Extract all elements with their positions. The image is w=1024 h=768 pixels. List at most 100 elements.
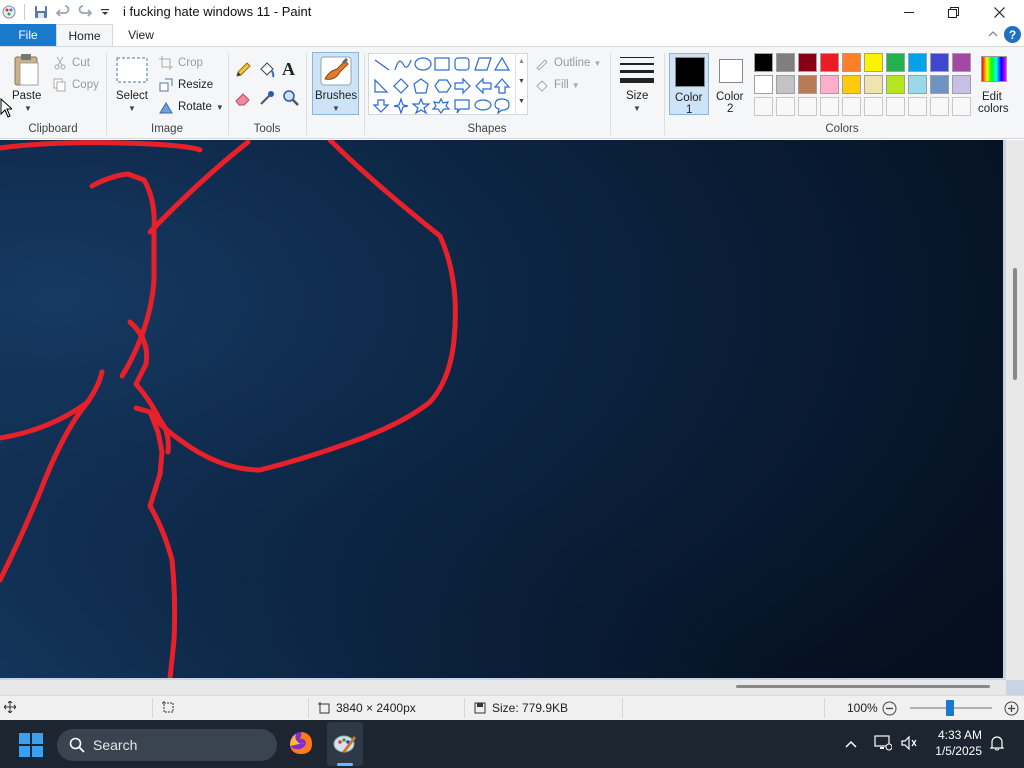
tab-view[interactable]: View <box>113 24 169 46</box>
paste-dropdown-icon: ▼ <box>24 104 32 113</box>
volume-icon[interactable] <box>900 735 918 754</box>
start-button[interactable] <box>19 733 43 760</box>
palette-swatch[interactable] <box>820 53 839 72</box>
palette-swatch[interactable] <box>908 97 927 116</box>
size-button[interactable]: Size ▼ <box>616 53 658 119</box>
rotate-icon <box>158 99 174 115</box>
fill-icon[interactable] <box>258 61 278 81</box>
zoom-slider-thumb[interactable] <box>946 700 954 716</box>
crop-button[interactable]: Crop <box>158 53 203 73</box>
zoom-out-button[interactable] <box>882 701 897 719</box>
text-icon[interactable]: A <box>282 59 302 81</box>
fill-shape-dropdown-icon: ▼ <box>571 80 580 90</box>
horizontal-scroll-thumb[interactable] <box>736 685 990 688</box>
vertical-scrollbar[interactable] <box>1006 140 1024 680</box>
color1-button[interactable]: Color 1 <box>669 53 709 116</box>
copy-button[interactable]: Copy <box>52 75 99 95</box>
palette-swatch[interactable] <box>930 97 949 116</box>
horizontal-scrollbar[interactable] <box>0 680 1006 695</box>
cursor-position-icon <box>4 701 16 713</box>
minimize-ribbon-icon[interactable] <box>988 28 998 42</box>
cut-button[interactable]: Cut <box>52 53 90 73</box>
rotate-button[interactable]: Rotate ▼ <box>158 97 224 117</box>
palette-swatch[interactable] <box>798 53 817 72</box>
palette-swatch[interactable] <box>754 53 773 72</box>
pencil-icon[interactable] <box>234 61 254 81</box>
palette-swatch[interactable] <box>886 97 905 116</box>
paint-taskbar-button[interactable] <box>327 722 363 766</box>
palette-swatch[interactable] <box>908 53 927 72</box>
palette-swatch[interactable] <box>820 97 839 116</box>
magnifier-icon[interactable] <box>282 89 302 109</box>
palette-swatch[interactable] <box>952 53 971 72</box>
color2-button[interactable]: Color 2 <box>711 53 751 115</box>
palette-swatch[interactable] <box>930 53 949 72</box>
color2-label: Color <box>716 91 744 103</box>
palette-swatch[interactable] <box>886 75 905 94</box>
tab-file[interactable]: File <box>0 24 56 46</box>
color-picker-icon[interactable] <box>258 89 278 109</box>
palette-swatch[interactable] <box>798 97 817 116</box>
palette-swatch[interactable] <box>754 97 773 116</box>
palette-swatch[interactable] <box>842 97 861 116</box>
palette-swatch[interactable] <box>820 75 839 94</box>
redo-icon[interactable] <box>76 3 94 21</box>
brushes-button[interactable]: Brushes ▼ <box>312 52 359 115</box>
palette-swatch[interactable] <box>952 75 971 94</box>
maximize-button[interactable] <box>930 0 976 24</box>
triangle-shape-icon <box>493 56 511 71</box>
paste-button[interactable]: Paste ▼ <box>8 53 46 119</box>
help-icon[interactable]: ? <box>1004 26 1021 43</box>
tab-home[interactable]: Home <box>56 24 113 46</box>
network-icon[interactable] <box>874 735 893 754</box>
customize-toolbar-icon[interactable] <box>96 3 114 21</box>
paste-icon <box>14 54 39 86</box>
paint-app-icon[interactable] <box>0 3 18 21</box>
clock[interactable]: 4:33 AM 1/5/2025 <box>926 728 982 758</box>
palette-swatch[interactable] <box>952 97 971 116</box>
drawing-canvas[interactable] <box>0 140 1003 678</box>
palette-swatch[interactable] <box>776 97 795 116</box>
save-icon[interactable] <box>32 3 50 21</box>
firefox-taskbar-button[interactable] <box>288 730 314 759</box>
zoom-in-button[interactable] <box>1004 701 1019 719</box>
shapes-scroll-up-icon[interactable]: ▲ <box>518 58 525 65</box>
palette-swatch[interactable] <box>842 75 861 94</box>
resize-button[interactable]: Resize <box>158 75 213 95</box>
eraser-icon[interactable] <box>234 89 254 109</box>
palette-swatch[interactable] <box>930 75 949 94</box>
edit-colors-button[interactable]: Edit colors <box>976 53 1014 119</box>
select-button[interactable]: Select ▼ <box>112 53 152 119</box>
pentagon-shape-icon <box>413 78 429 94</box>
outline-button[interactable]: Outline ▼ <box>534 53 601 73</box>
shapes-scroll[interactable]: ▲ ▼ ▼ <box>515 54 527 114</box>
shapes-scroll-down-icon[interactable]: ▼ <box>518 78 525 85</box>
shapes-expand-icon[interactable]: ▼ <box>518 98 525 105</box>
palette-swatch[interactable] <box>908 75 927 94</box>
palette-swatch[interactable] <box>864 97 883 116</box>
undo-icon[interactable] <box>54 3 72 21</box>
resize-label: Resize <box>178 79 214 91</box>
color2-swatch <box>719 59 743 83</box>
palette-swatch[interactable] <box>754 75 773 94</box>
down-arrow-shape-icon <box>372 99 390 113</box>
crop-icon <box>158 55 174 71</box>
palette-swatch[interactable] <box>864 75 883 94</box>
palette-swatch[interactable] <box>842 53 861 72</box>
vertical-scroll-thumb[interactable] <box>1013 268 1017 380</box>
palette-swatch[interactable] <box>776 75 795 94</box>
show-hidden-icons-button[interactable] <box>845 738 857 752</box>
minimize-button[interactable] <box>886 0 932 24</box>
notification-icon[interactable] <box>989 735 1005 755</box>
ribbon: Paste ▼ Cut Copy Clipboard Select ▼ Crop… <box>0 46 1024 139</box>
taskbar-search[interactable]: Search <box>57 729 277 761</box>
palette-swatch[interactable] <box>864 53 883 72</box>
palette-swatch[interactable] <box>886 53 905 72</box>
fill-shape-button[interactable]: Fill ▼ <box>534 75 580 95</box>
palette-swatch[interactable] <box>776 53 795 72</box>
palette-swatch[interactable] <box>798 75 817 94</box>
right-triangle-shape-icon <box>374 78 389 93</box>
close-button[interactable] <box>976 0 1022 24</box>
outline-dropdown-icon: ▼ <box>593 58 602 68</box>
image-dimensions-text: 3840 × 2400px <box>336 701 416 715</box>
